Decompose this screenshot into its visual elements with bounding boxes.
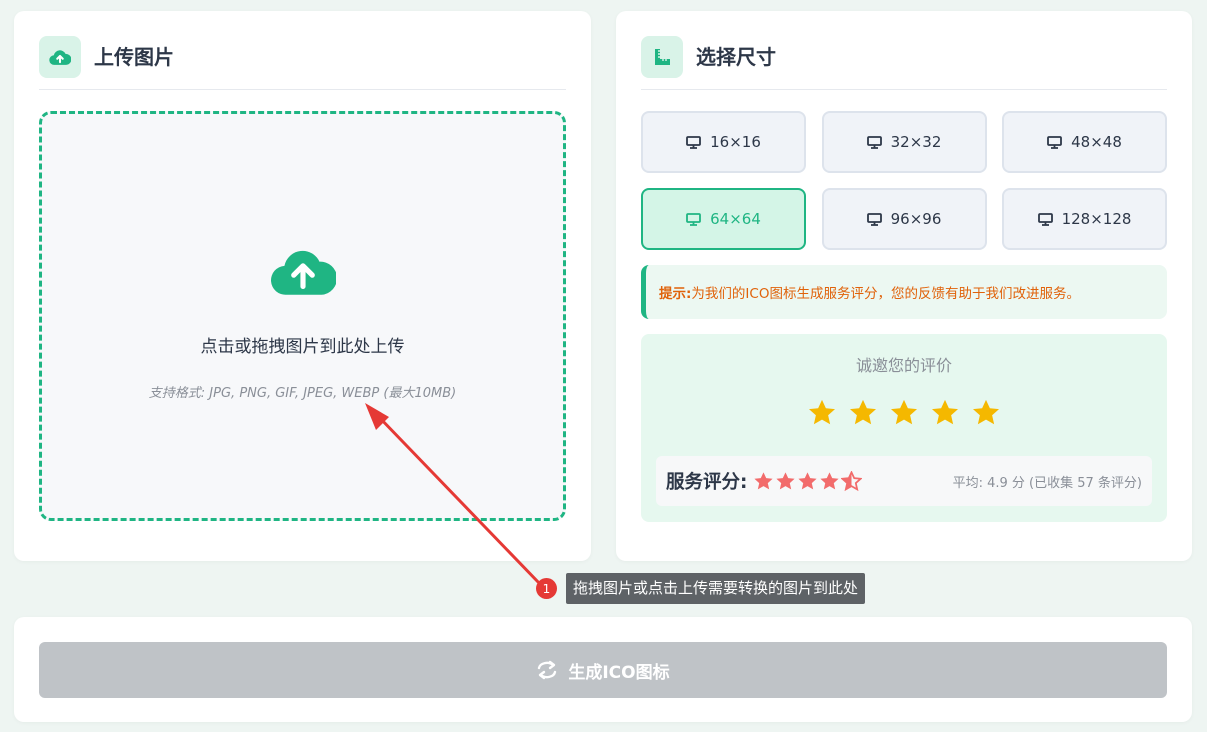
star-full-icon xyxy=(776,471,796,489)
monitor-icon xyxy=(686,212,702,226)
score-bar: 服务评分: 平均: 4.9 分 (已收集 57 条评分) xyxy=(656,456,1152,506)
monitor-icon xyxy=(866,212,882,226)
sync-icon xyxy=(536,660,558,680)
size-option-128[interactable]: 128×128 xyxy=(1002,188,1167,250)
rate-star-icon[interactable] xyxy=(848,398,878,428)
tip-prefix: 提示: xyxy=(659,286,692,302)
ruler-icon xyxy=(641,36,683,78)
size-option-label: 96×96 xyxy=(890,210,942,228)
rate-stars xyxy=(641,398,1167,428)
score-stars xyxy=(753,470,863,492)
upload-card: 上传图片 点击或拖拽图片到此处上传 支持格式: JPG, PNG, GIF, J… xyxy=(14,11,591,561)
upload-title: 上传图片 xyxy=(94,45,174,69)
size-header: 选择尺寸 xyxy=(641,36,1167,90)
size-option-96[interactable]: 96×96 xyxy=(821,188,987,250)
star-full-icon xyxy=(820,471,840,489)
size-card: 选择尺寸 16×16 32×32 48×48 64×64 96×96 128×1… xyxy=(616,11,1192,561)
rating-panel: 诚邀您的评价 服务评分: 平均: 4.9 分 (已收集 57 条评分) xyxy=(641,334,1167,522)
size-title: 选择尺寸 xyxy=(696,45,776,69)
size-option-label: 64×64 xyxy=(710,210,761,228)
score-label: 服务评分: xyxy=(666,472,748,493)
action-card: 生成ICO图标 xyxy=(14,617,1192,722)
monitor-icon xyxy=(1047,135,1063,149)
rate-star-icon[interactable] xyxy=(807,398,837,428)
tip-text: 为我们的ICO图标生成服务评分，您的反馈有助于我们改进服务。 xyxy=(691,286,1080,302)
cloud-upload-icon xyxy=(271,250,336,295)
cloud-upload-icon xyxy=(39,36,81,78)
star-full-icon xyxy=(754,471,774,489)
size-option-64[interactable]: 64×64 xyxy=(641,188,806,250)
monitor-icon xyxy=(1037,212,1053,226)
score-summary: 平均: 4.9 分 (已收集 57 条评分) xyxy=(952,475,1142,491)
rate-star-icon[interactable] xyxy=(930,398,960,428)
size-option-48[interactable]: 48×48 xyxy=(1002,111,1167,173)
upload-header: 上传图片 xyxy=(39,36,566,90)
rate-star-icon[interactable] xyxy=(971,398,1001,428)
monitor-icon xyxy=(866,135,882,149)
generate-label: 生成ICO图标 xyxy=(568,662,670,683)
size-option-16[interactable]: 16×16 xyxy=(641,111,806,173)
star-full-icon xyxy=(798,471,818,489)
generate-ico-button[interactable]: 生成ICO图标 xyxy=(39,642,1167,698)
upload-dropzone[interactable]: 点击或拖拽图片到此处上传 支持格式: JPG, PNG, GIF, JPEG, … xyxy=(39,111,566,521)
size-option-32[interactable]: 32×32 xyxy=(821,111,987,173)
rating-invite: 诚邀您的评价 xyxy=(855,356,952,375)
size-option-label: 16×16 xyxy=(710,133,761,151)
size-options: 16×16 32×32 48×48 64×64 96×96 128×128 xyxy=(641,111,1167,250)
rate-star-icon[interactable] xyxy=(889,398,919,428)
size-option-label: 32×32 xyxy=(890,133,942,151)
tip-box: 提示: 为我们的ICO图标生成服务评分，您的反馈有助于我们改进服务。 xyxy=(641,265,1167,319)
supported-formats: 支持格式: JPG, PNG, GIF, JPEG, WEBP (最大10MB) xyxy=(148,386,457,401)
size-option-label: 48×48 xyxy=(1071,133,1122,151)
size-option-label: 128×128 xyxy=(1061,210,1132,228)
star-half-icon xyxy=(841,470,863,491)
annotation-badge: 1 xyxy=(536,578,557,599)
monitor-icon xyxy=(686,135,702,149)
annotation-tooltip: 拖拽图片或点击上传需要转换的图片到此处 xyxy=(566,573,866,604)
dropzone-instruction: 点击或拖拽图片到此处上传 xyxy=(200,337,405,357)
